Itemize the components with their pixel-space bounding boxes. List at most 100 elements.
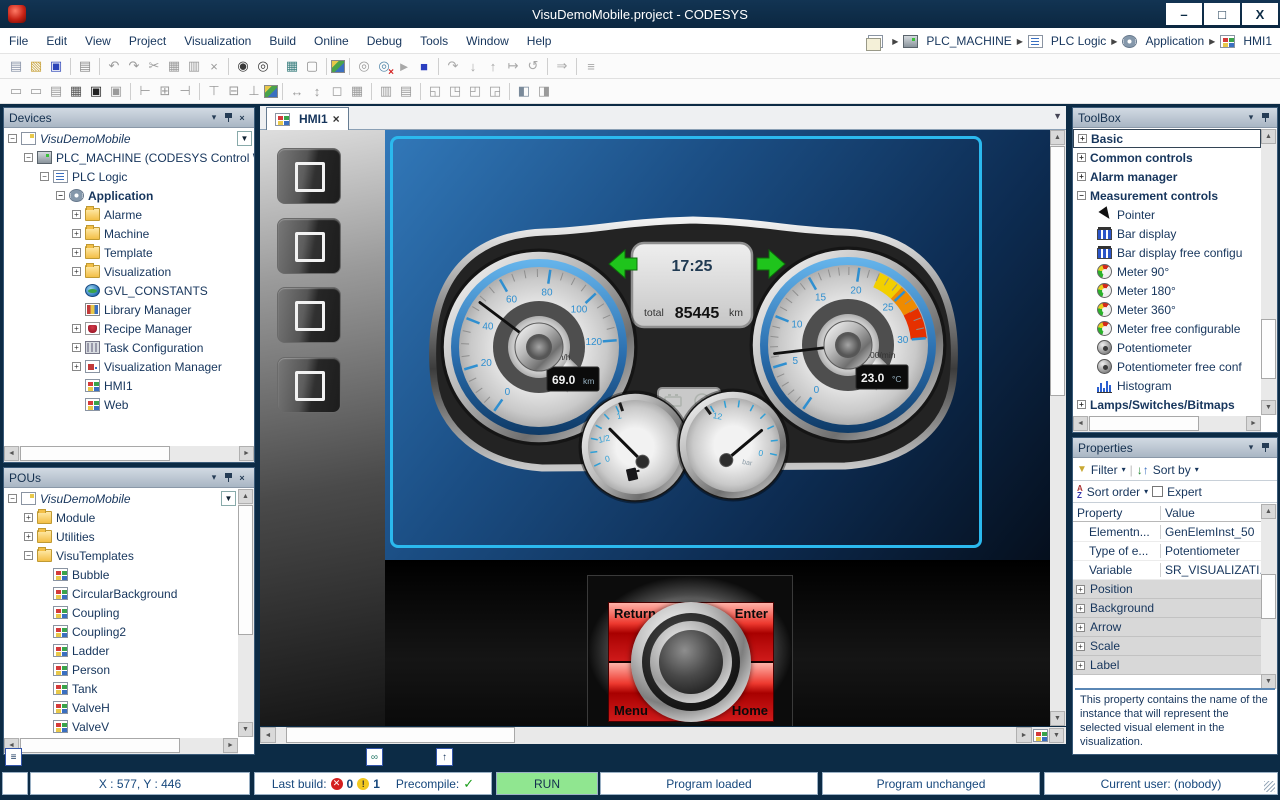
hand-pointer-icon[interactable]: ↑ (436, 748, 453, 766)
scroll-right-arrow[interactable]: ► (1246, 416, 1261, 431)
tree-item-utilities[interactable]: +Utilities (4, 527, 238, 546)
scroll-right-arrow[interactable]: ► (239, 446, 254, 461)
group-icon[interactable]: ◧ (514, 81, 534, 101)
save-project-icon[interactable]: ▣ (46, 56, 66, 76)
messages-icon[interactable]: ≡ (5, 748, 22, 766)
expand-icon[interactable]: + (1077, 400, 1086, 409)
tree-item-tank[interactable]: Tank (4, 679, 238, 698)
copy-icon[interactable]: ▦ (164, 56, 184, 76)
property-group-arrow[interactable]: +Arrow (1073, 618, 1261, 637)
expand-icon[interactable]: + (1077, 153, 1086, 162)
menu-edit[interactable]: Edit (37, 34, 76, 48)
align-right-icon[interactable]: ⊣ (175, 81, 195, 101)
new-project-icon[interactable]: ▤ (6, 56, 26, 76)
collapse-icon[interactable]: − (24, 551, 33, 560)
scroll-right-arrow[interactable]: ► (1016, 727, 1032, 743)
visualization-keyboard-icon[interactable]: ▦ (66, 81, 86, 101)
toolbox-pin-icon[interactable] (1258, 111, 1272, 125)
tab-hmi1[interactable]: HMI1 × (266, 107, 349, 130)
tree-item-application[interactable]: −Application (4, 186, 254, 205)
expand-icon[interactable]: + (1076, 642, 1085, 651)
breadcrumb-hmi1[interactable]: HMI1 (1220, 34, 1272, 48)
tree-item-person[interactable]: Person (4, 660, 238, 679)
value-column-header[interactable]: Value (1161, 506, 1261, 520)
align-left-icon[interactable]: ⊢ (135, 81, 155, 101)
property-row-variable[interactable]: VariableSR_VISUALIZATI... (1073, 561, 1261, 580)
build-icon[interactable]: ▦ (282, 56, 302, 76)
scroll-thumb[interactable] (20, 446, 170, 461)
scroll-thumb[interactable] (1050, 146, 1065, 396)
scroll-up-arrow[interactable]: ▲ (1261, 129, 1276, 144)
pous-pin-icon[interactable] (221, 471, 235, 485)
tab-list-dropdown-icon[interactable]: ▼ (1053, 111, 1062, 121)
properties-vscrollbar[interactable]: ▲ ▼ (1261, 504, 1277, 689)
tree-item-task-configuration[interactable]: +Task Configuration (4, 338, 254, 357)
step-out-icon[interactable]: ↑ (483, 56, 503, 76)
logout-icon[interactable]: ◎ (374, 56, 394, 76)
scroll-up-arrow[interactable]: ▲ (238, 489, 253, 504)
expand-icon[interactable]: + (72, 229, 81, 238)
toolbox-common-controls[interactable]: +Common controls (1073, 148, 1261, 167)
expand-icon[interactable]: + (1077, 172, 1086, 181)
expand-icon[interactable]: + (72, 267, 81, 276)
flow-control-icon[interactable]: ≡ (581, 56, 601, 76)
compile-icon[interactable]: ▢ (302, 56, 322, 76)
collapse-icon[interactable]: − (40, 172, 49, 181)
properties-pin-icon[interactable] (1258, 441, 1272, 455)
scroll-thumb[interactable] (1261, 574, 1276, 619)
pous-menu-icon[interactable]: ▾ (207, 471, 221, 485)
tree-item-hmi1[interactable]: HMI1 (4, 376, 254, 395)
collapse-icon[interactable]: − (56, 191, 65, 200)
scroll-down-arrow[interactable]: ▼ (1261, 674, 1276, 689)
distribute-vertical-icon[interactable]: ▤ (396, 81, 416, 101)
toolbox-potentiometer[interactable]: Potentiometer (1073, 338, 1261, 357)
property-value[interactable]: GenElemInst_50 (1161, 525, 1261, 539)
minimize-button[interactable]: – (1166, 3, 1202, 25)
tree-item-bubble[interactable]: Bubble (4, 565, 238, 584)
pous-close-icon[interactable]: × (235, 471, 249, 485)
menu-view[interactable]: View (76, 34, 120, 48)
single-cycle-icon[interactable]: ⇒ (552, 56, 572, 76)
tree-item-library-manager[interactable]: Library Manager (4, 300, 254, 319)
scroll-left-arrow[interactable]: ◄ (1073, 416, 1088, 431)
toolbox-bar-display[interactable]: Bar display (1073, 224, 1261, 243)
interface-editor-icon[interactable]: ▭ (6, 81, 26, 101)
scroll-thumb[interactable] (20, 738, 180, 753)
align-center-icon[interactable]: ⊞ (155, 81, 175, 101)
collapse-icon[interactable]: − (1077, 191, 1086, 200)
print-icon[interactable]: ▤ (75, 56, 95, 76)
toolbox-measurement-controls[interactable]: −Measurement controls (1073, 186, 1261, 205)
scroll-thumb[interactable] (286, 727, 515, 743)
toolbox-vscrollbar[interactable]: ▲ ▼ (1261, 129, 1277, 415)
tree-item-visualization-manager[interactable]: +Visualization Manager (4, 357, 254, 376)
bring-forward-icon[interactable]: ◰ (465, 81, 485, 101)
tree-item-circularbackground[interactable]: CircularBackground (4, 584, 238, 603)
keypad-panel[interactable]: Return Enter Menu Home (587, 575, 793, 726)
send-backward-icon[interactable]: ◲ (485, 81, 505, 101)
devices-menu-icon[interactable]: ▾ (207, 111, 221, 125)
visualization-dialogs-icon[interactable] (331, 60, 345, 73)
devices-close-icon[interactable]: × (235, 111, 249, 125)
toolbox-meter-90[interactable]: Meter 90° (1073, 262, 1261, 281)
bring-to-front-icon[interactable]: ◱ (425, 81, 445, 101)
delete-icon[interactable]: × (204, 56, 224, 76)
menu-window[interactable]: Window (457, 34, 518, 48)
toolbox-potentiometer-free-conf[interactable]: Potentiometer free conf (1073, 357, 1261, 376)
tree-item-visudemomobile[interactable]: −VisuDemoMobile▼ (4, 129, 254, 148)
align-bottom-icon[interactable]: ⊥ (244, 81, 264, 101)
toolbox-meter-360[interactable]: Meter 360° (1073, 300, 1261, 319)
pous-hscrollbar[interactable]: ◄ ► (4, 738, 238, 754)
breadcrumb-application[interactable]: Application (1122, 34, 1204, 48)
breadcrumb-plc-machine[interactable]: PLC_MACHINE (903, 34, 1011, 48)
toolbox-hscrollbar[interactable]: ◄ ► (1073, 416, 1261, 432)
chevron-down-icon[interactable]: ▾ (1144, 487, 1148, 496)
start-icon[interactable]: ► (394, 56, 414, 76)
run-to-cursor-icon[interactable]: ↦ (503, 56, 523, 76)
ungroup-icon[interactable]: ◨ (534, 81, 554, 101)
scroll-up-arrow[interactable]: ▲ (1261, 504, 1276, 519)
distribute-horizontal-icon[interactable]: ▥ (376, 81, 396, 101)
tree-item-plc-machine-codesys-control-win[interactable]: −PLC_MACHINE (CODESYS Control Win (4, 148, 254, 167)
maximize-button[interactable]: □ (1204, 3, 1240, 25)
tree-item-coupling[interactable]: Coupling (4, 603, 238, 622)
same-height-icon[interactable]: ↕ (307, 81, 327, 101)
